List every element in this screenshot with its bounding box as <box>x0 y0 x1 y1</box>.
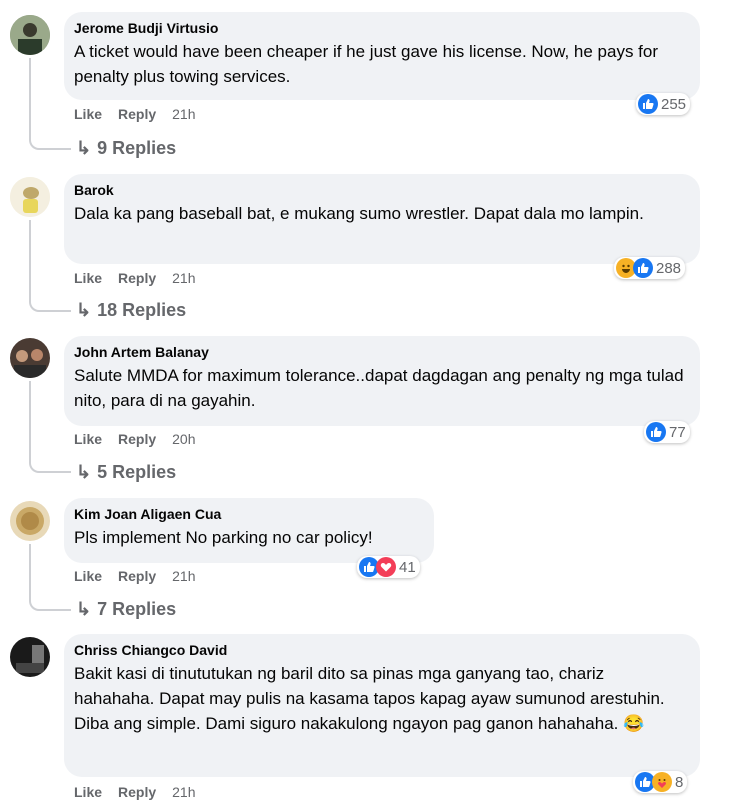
reply-button[interactable]: Reply <box>118 270 156 286</box>
reply-button[interactable]: Reply <box>118 106 156 122</box>
comment-author[interactable]: Barok <box>74 181 688 199</box>
reaction-summary[interactable]: 8 <box>633 771 688 793</box>
comment-text: Pls implement No parking no car policy! <box>74 528 373 547</box>
replies-count: 18 Replies <box>97 300 187 320</box>
comment-author[interactable]: John Artem Balanay <box>74 343 688 361</box>
comment-text: Bakit kasi di tinututukan ng baril dito … <box>74 664 665 733</box>
comment-text: A ticket would have been cheaper if he j… <box>74 42 659 86</box>
comment-actions: Like Reply 21h <box>74 106 212 122</box>
comment-timestamp[interactable]: 21h <box>172 568 195 584</box>
comment-timestamp[interactable]: 21h <box>172 270 195 286</box>
reaction-summary[interactable]: 255 <box>636 93 691 115</box>
thread-line <box>29 381 31 457</box>
comment-bubble: Jerome Budji Virtusio A ticket would hav… <box>64 12 700 100</box>
thread-elbow <box>29 296 71 312</box>
reaction-summary[interactable]: 288 <box>614 257 686 279</box>
view-replies-link[interactable]: ↳ 9 Replies <box>76 138 176 159</box>
like-button[interactable]: Like <box>74 568 102 584</box>
reaction-summary[interactable]: 77 <box>644 421 690 443</box>
comment-actions: Like Reply 20h <box>74 431 212 447</box>
reply-arrow-icon: ↳ <box>76 138 92 158</box>
thread-line <box>29 544 31 595</box>
comment-author[interactable]: Kim Joan Aligaen Cua <box>74 505 422 523</box>
replies-count: 7 Replies <box>97 599 177 619</box>
thread-elbow <box>29 595 71 611</box>
reply-arrow-icon: ↳ <box>76 599 92 619</box>
reply-arrow-icon: ↳ <box>76 300 92 320</box>
comment-bubble: John Artem Balanay Salute MMDA for maxim… <box>64 336 700 426</box>
view-replies-link[interactable]: ↳ 7 Replies <box>76 599 176 620</box>
view-replies-link[interactable]: ↳ 5 Replies <box>76 462 176 483</box>
comment-actions: Like Reply 21h <box>74 568 212 584</box>
thread-line <box>29 58 31 134</box>
reaction-count: 8 <box>675 773 684 791</box>
like-icon <box>646 422 666 442</box>
comment-author[interactable]: Jerome Budji Virtusio <box>74 19 688 37</box>
like-button[interactable]: Like <box>74 106 102 122</box>
avatar[interactable] <box>10 177 50 217</box>
avatar[interactable] <box>10 338 50 378</box>
reaction-count: 255 <box>661 95 687 113</box>
comment-text: Dala ka pang baseball bat, e mukang sumo… <box>74 204 644 223</box>
comment-bubble: Barok Dala ka pang baseball bat, e mukan… <box>64 174 700 264</box>
reply-arrow-icon: ↳ <box>76 462 92 482</box>
comment-text: Salute MMDA for maximum tolerance..dapat… <box>74 366 684 410</box>
comment-actions: Like Reply 21h <box>74 270 212 286</box>
comment-timestamp[interactable]: 21h <box>172 784 195 800</box>
care-icon <box>652 772 672 792</box>
replies-count: 5 Replies <box>97 462 177 482</box>
like-button[interactable]: Like <box>74 270 102 286</box>
comment-timestamp[interactable]: 20h <box>172 431 195 447</box>
like-button[interactable]: Like <box>74 784 102 800</box>
comment-bubble: Chriss Chiangco David Bakit kasi di tinu… <box>64 634 700 777</box>
comment-timestamp[interactable]: 21h <box>172 106 195 122</box>
thread-elbow <box>29 134 71 150</box>
thread-elbow <box>29 457 71 473</box>
reaction-count: 77 <box>669 423 686 441</box>
avatar[interactable] <box>10 501 50 541</box>
avatar[interactable] <box>10 15 50 55</box>
comment-bubble: Kim Joan Aligaen Cua Pls implement No pa… <box>64 498 434 563</box>
like-icon <box>638 94 658 114</box>
comment-actions: Like Reply 21h <box>74 784 212 800</box>
view-replies-link[interactable]: ↳ 18 Replies <box>76 300 186 321</box>
comment-author[interactable]: Chriss Chiangco David <box>74 641 688 659</box>
avatar[interactable] <box>10 637 50 677</box>
reply-button[interactable]: Reply <box>118 784 156 800</box>
replies-count: 9 Replies <box>97 138 177 158</box>
like-button[interactable]: Like <box>74 431 102 447</box>
reply-button[interactable]: Reply <box>118 431 156 447</box>
reaction-count: 41 <box>399 558 416 576</box>
thread-line <box>29 220 31 296</box>
reaction-summary[interactable]: 41 <box>357 556 420 578</box>
like-icon <box>633 258 653 278</box>
reply-button[interactable]: Reply <box>118 568 156 584</box>
reaction-count: 288 <box>656 259 682 277</box>
love-icon <box>376 557 396 577</box>
